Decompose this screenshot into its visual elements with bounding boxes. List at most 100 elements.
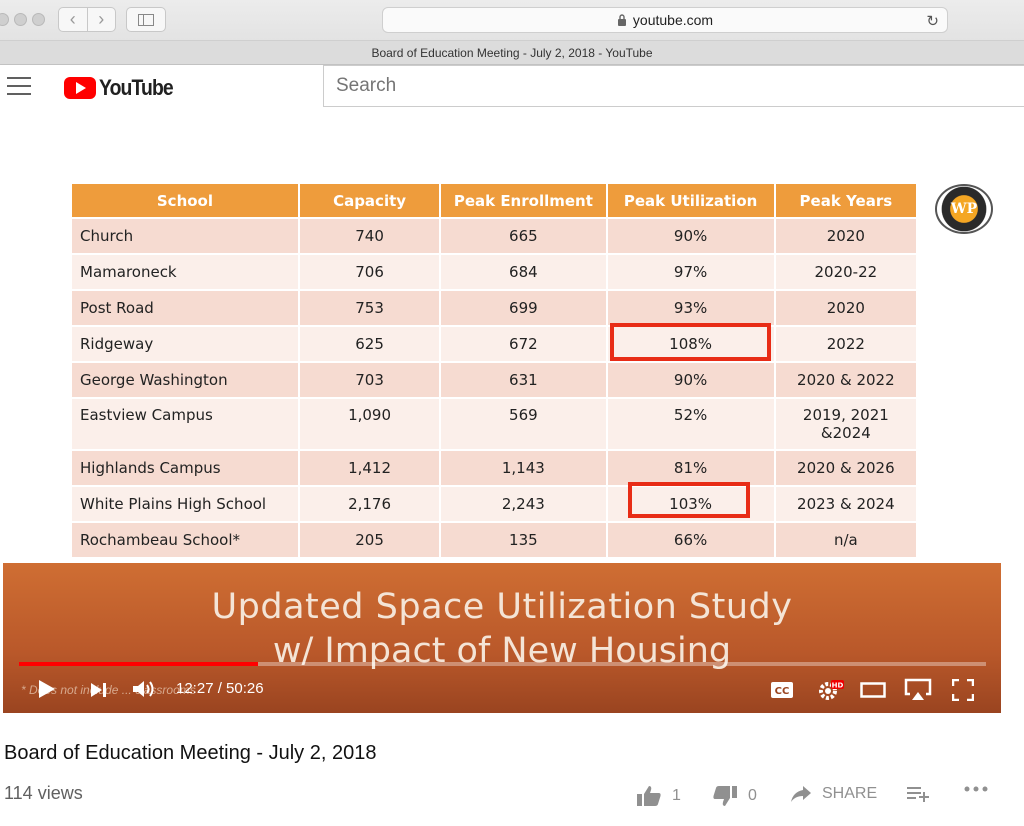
banner-title-line1: Updated Space Utilization Study xyxy=(211,587,793,627)
captions-button[interactable]: CC xyxy=(769,680,795,700)
table-cell: 135 xyxy=(441,523,606,557)
reload-icon[interactable]: ↻ xyxy=(926,12,939,30)
table-cell: 2020 & 2026 xyxy=(775,451,916,485)
district-logo-text: WP xyxy=(950,201,978,217)
table-cell: 753 xyxy=(299,291,440,325)
table-cell: 97% xyxy=(607,255,774,289)
volume-button[interactable] xyxy=(131,678,157,700)
column-header: Peak Utilization xyxy=(607,184,774,217)
video-title: Board of Education Meeting - July 2, 201… xyxy=(4,742,377,764)
lock-icon xyxy=(617,14,626,26)
table-cell: n/a xyxy=(775,523,916,557)
table-cell: George Washington xyxy=(72,363,298,397)
chevron-left-icon: ‹ xyxy=(69,9,76,29)
table-cell: 2020-22 xyxy=(775,255,916,289)
fullscreen-icon xyxy=(952,679,974,701)
youtube-header: YouTube xyxy=(0,65,1024,121)
back-button[interactable]: ‹ xyxy=(59,8,88,31)
sidebar-icon xyxy=(138,13,154,26)
utilization-table: School Capacity Peak Enrollment Peak Uti… xyxy=(70,182,918,559)
table-cell: Rochambeau School* xyxy=(72,523,298,557)
highlight-box-high-school xyxy=(628,482,750,518)
theater-mode-icon xyxy=(860,682,886,698)
table-row: Post Road 753 699 93% 2020 xyxy=(72,291,916,325)
table-cell: Ridgeway xyxy=(72,327,298,361)
airplay-icon xyxy=(904,678,932,700)
table-cell: 90% xyxy=(607,219,774,253)
tab-bar: Board of Education Meeting - July 2, 201… xyxy=(0,41,1024,65)
table-header-row: School Capacity Peak Enrollment Peak Uti… xyxy=(72,184,916,217)
next-button[interactable] xyxy=(89,680,109,700)
table-row: Eastview Campus 1,090 569 52% 2019, 2021… xyxy=(72,399,916,449)
thumbs-up-icon xyxy=(637,786,661,806)
column-header: School xyxy=(72,184,298,217)
fullscreen-button[interactable] xyxy=(951,678,975,702)
table-cell: 699 xyxy=(441,291,606,325)
table-cell: 631 xyxy=(441,363,606,397)
video-frame-slide[interactable]: School Capacity Peak Enrollment Peak Uti… xyxy=(0,121,1024,563)
search-input[interactable] xyxy=(323,65,1024,107)
url-text: youtube.com xyxy=(632,12,714,28)
tab-title[interactable]: Board of Education Meeting - July 2, 201… xyxy=(371,46,652,60)
column-header: Peak Years xyxy=(775,184,916,217)
window-minimize-button[interactable] xyxy=(14,13,27,26)
playlist-add-icon xyxy=(907,787,929,802)
youtube-logo[interactable]: YouTube xyxy=(64,75,183,101)
table-cell: Post Road xyxy=(72,291,298,325)
share-button[interactable]: SHARE xyxy=(790,785,877,803)
table-cell: 569 xyxy=(441,399,606,449)
hd-badge: HD xyxy=(832,682,844,690)
table-row: George Washington 703 631 90% 2020 & 202… xyxy=(72,363,916,397)
more-horizontal-icon xyxy=(964,786,988,792)
table-cell: Eastview Campus xyxy=(72,399,298,449)
table-cell: Church xyxy=(72,219,298,253)
like-count: 1 xyxy=(672,787,681,804)
like-button[interactable]: 1 xyxy=(636,785,681,807)
more-actions-button[interactable] xyxy=(963,785,989,793)
airplay-button[interactable] xyxy=(903,678,933,702)
table-cell: 2022 xyxy=(775,327,916,361)
thumbs-down-icon xyxy=(713,786,737,806)
chevron-right-icon: › xyxy=(98,9,105,29)
table-cell: 52% xyxy=(607,399,774,449)
table-cell: 66% xyxy=(607,523,774,557)
table-cell: White Plains High School xyxy=(72,487,298,521)
share-icon xyxy=(791,786,811,802)
progress-bar[interactable] xyxy=(19,662,986,666)
table-row: Church 740 665 90% 2020 xyxy=(72,219,916,253)
closed-captions-icon: CC xyxy=(771,682,793,698)
address-bar[interactable]: youtube.com ↻ xyxy=(382,7,948,33)
table-cell: Mamaroneck xyxy=(72,255,298,289)
play-button[interactable] xyxy=(36,678,58,700)
table-cell: 93% xyxy=(607,291,774,325)
window-close-button[interactable] xyxy=(0,13,9,26)
theater-mode-button[interactable] xyxy=(859,680,887,700)
table-cell: 81% xyxy=(607,451,774,485)
menu-icon[interactable] xyxy=(7,77,31,95)
table-row: Rochambeau School* 205 135 66% n/a xyxy=(72,523,916,557)
table-cell: 625 xyxy=(299,327,440,361)
district-logo: WP xyxy=(935,184,993,234)
column-header: Peak Enrollment xyxy=(441,184,606,217)
table-cell: 665 xyxy=(441,219,606,253)
table-cell: 90% xyxy=(607,363,774,397)
dislike-button[interactable]: 0 xyxy=(712,785,757,807)
settings-button[interactable]: HD xyxy=(815,678,845,702)
window-zoom-button[interactable] xyxy=(32,13,45,26)
table-cell: 2019, 2021 &2024 xyxy=(775,399,916,449)
table-cell: 2023 & 2024 xyxy=(775,487,916,521)
gear-icon: HD xyxy=(819,680,844,700)
sidebar-toggle-button[interactable] xyxy=(126,7,166,32)
youtube-logo-text: YouTube xyxy=(99,75,174,100)
forward-button[interactable]: › xyxy=(88,8,116,31)
highlight-box-ridgeway xyxy=(610,323,771,361)
table-row: White Plains High School 2,176 2,243 103… xyxy=(72,487,916,521)
table-cell: 205 xyxy=(299,523,440,557)
table-cell: 2020 & 2022 xyxy=(775,363,916,397)
save-to-playlist-button[interactable] xyxy=(907,785,931,803)
dislike-count: 0 xyxy=(748,787,757,804)
table-cell: 1,143 xyxy=(441,451,606,485)
column-header: Capacity xyxy=(299,184,440,217)
share-label: SHARE xyxy=(822,785,878,802)
time-display: 12:27 / 50:26 xyxy=(176,680,264,697)
